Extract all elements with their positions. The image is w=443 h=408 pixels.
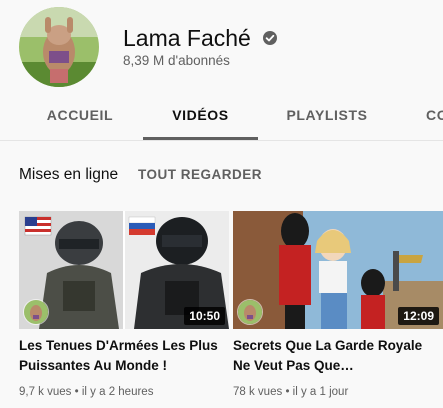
channel-avatar-small [23, 299, 49, 325]
upload-age: il y a 1 jour [292, 386, 349, 398]
view-count: 9,7 k vues [19, 386, 72, 398]
channel-header: Lama Faché 8,39 M d'abonnés ACCUEIL VIDÉ… [0, 0, 443, 141]
meta-separator: • [74, 386, 82, 398]
channel-name: Lama Faché [123, 25, 251, 51]
video-duration: 12:09 [398, 307, 439, 325]
tab-accueil[interactable]: ACCUEIL [28, 96, 132, 137]
channel-avatar[interactable] [19, 7, 99, 87]
subscriber-count: 8,39 M d'abonnés [123, 53, 230, 68]
video-meta: 78 k vues • il y a 1 jour [233, 386, 348, 398]
meta-separator: • [285, 386, 293, 398]
see-all-button[interactable]: TOUT REGARDER [138, 167, 262, 182]
video-title[interactable]: Secrets Que La Garde Royale Ne Veut Pas … [233, 336, 438, 376]
video-duration: 10:50 [184, 307, 225, 325]
video-thumbnail[interactable]: 12:09 [233, 211, 443, 329]
video-thumbnail[interactable]: 10:50 [19, 211, 229, 329]
tab-playlists[interactable]: PLAYLISTS [272, 96, 382, 137]
tab-videos[interactable]: VIDÉOS [143, 96, 258, 140]
video-title[interactable]: Les Tenues D'Armées Les Plus Puissantes … [19, 336, 224, 376]
upload-age: il y a 2 heures [81, 386, 154, 398]
video-card[interactable]: 12:09 Secrets Que La Garde Royale Ne Veu… [233, 211, 443, 398]
verified-icon [263, 31, 277, 45]
view-count: 78 k vues [233, 386, 283, 398]
channel-avatar-small [237, 299, 263, 325]
channel-tabs: ACCUEIL VIDÉOS PLAYLISTS CO [0, 96, 443, 141]
section-title: Mises en ligne [19, 166, 119, 183]
video-meta: 9,7 k vues • il y a 2 heures [19, 386, 153, 398]
tab-communaute[interactable]: CO [426, 96, 443, 137]
video-card[interactable]: 10:50 Les Tenues D'Armées Les Plus Puiss… [19, 211, 229, 398]
